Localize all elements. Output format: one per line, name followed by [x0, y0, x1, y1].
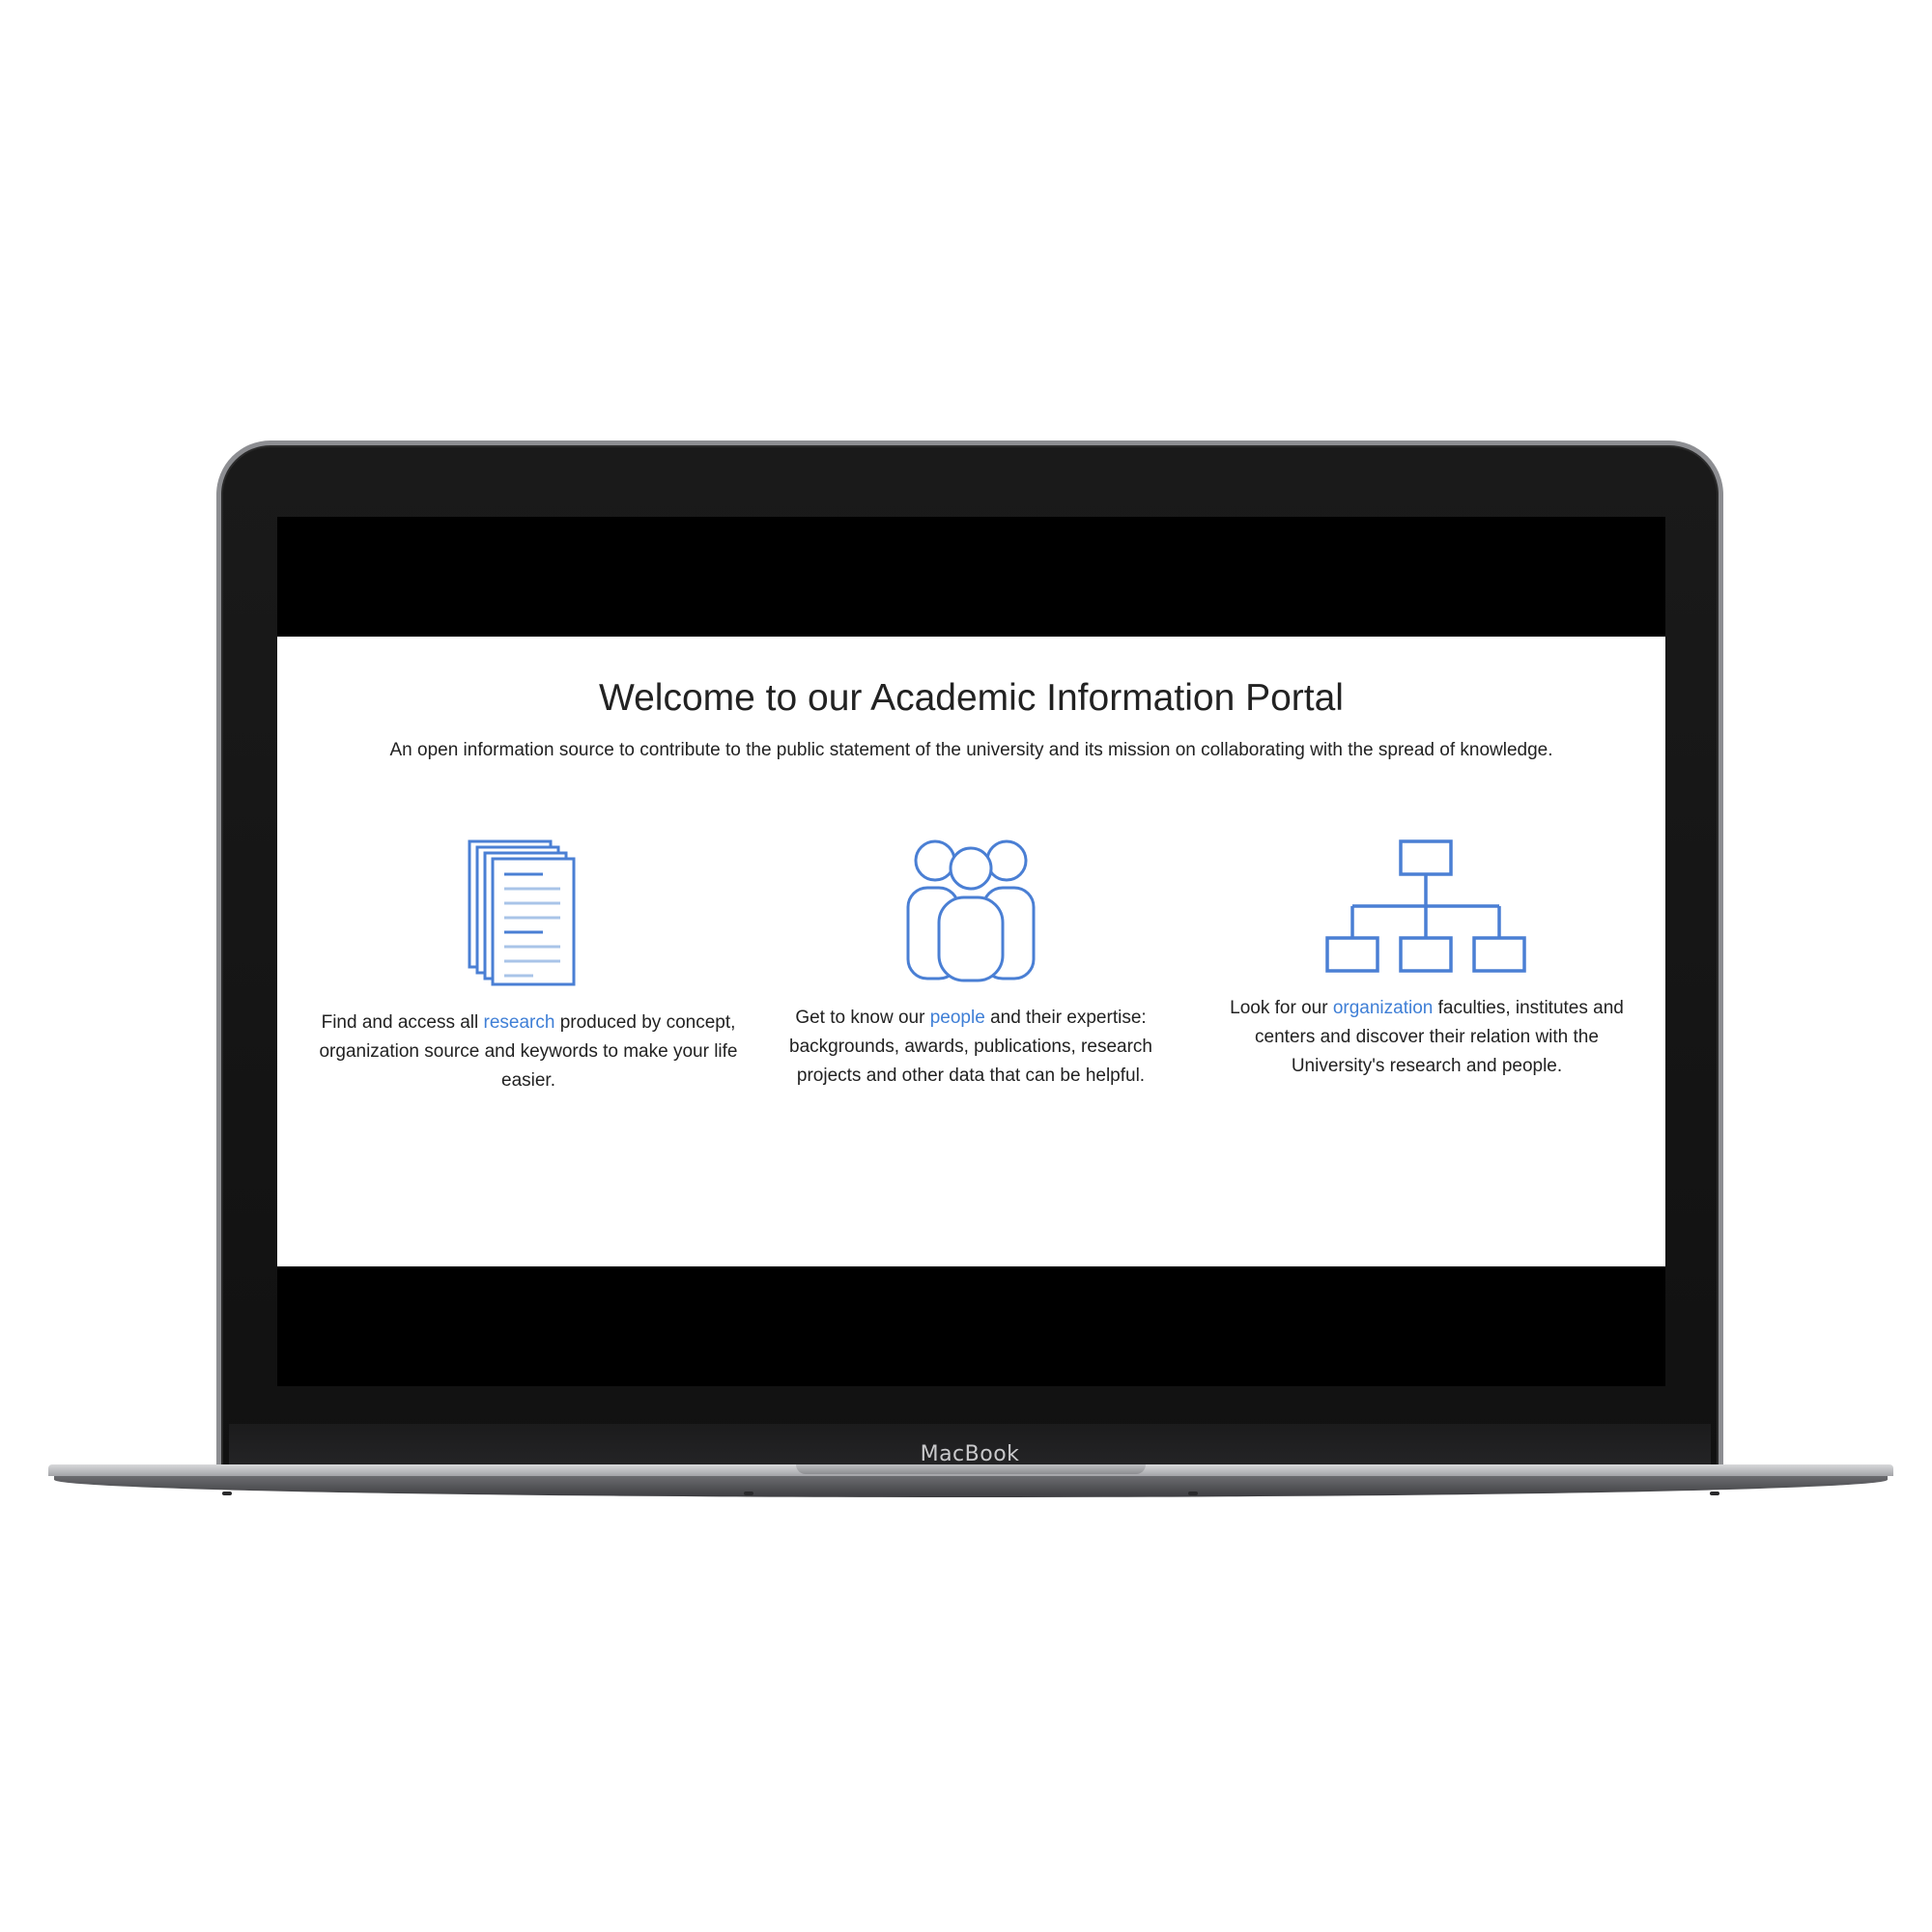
feature-people: Get to know our people and their experti…	[758, 838, 1183, 1091]
org-chart-icon	[1325, 839, 1526, 973]
feature-research-text: Find and access all research produced by…	[319, 1012, 738, 1091]
portal-page: Welcome to our Academic Information Port…	[277, 637, 1665, 1266]
brand-label: MacBook	[920, 1442, 1020, 1466]
laptop-base	[48, 1464, 1893, 1501]
laptop-screen: Welcome to our Academic Information Port…	[277, 517, 1665, 1386]
people-link[interactable]: people	[930, 1008, 985, 1028]
page-title: Welcome to our Academic Information Port…	[599, 677, 1344, 719]
base-foot	[1710, 1492, 1719, 1495]
feature-organization: Look for our organization faculties, ins…	[1214, 838, 1639, 1081]
feature-research: Find and access all research produced by…	[316, 838, 741, 1095]
feature-organization-text: Look for our organization faculties, ins…	[1230, 998, 1624, 1076]
research-link[interactable]: research	[484, 1012, 555, 1033]
base-foot	[222, 1492, 232, 1495]
base-notch	[796, 1464, 1146, 1474]
feature-people-text: Get to know our people and their experti…	[789, 1008, 1152, 1086]
page-subtitle: An open information source to contribute…	[389, 740, 1553, 760]
laptop-mockup: MacBook Welcome to our Academic Informat…	[0, 0, 1932, 1932]
base-foot	[1188, 1492, 1198, 1495]
people-icon	[906, 839, 1036, 982]
base-foot	[744, 1492, 753, 1495]
documents-icon	[468, 839, 576, 986]
organization-link[interactable]: organization	[1333, 998, 1434, 1018]
base-bottom-edge	[54, 1476, 1888, 1497]
